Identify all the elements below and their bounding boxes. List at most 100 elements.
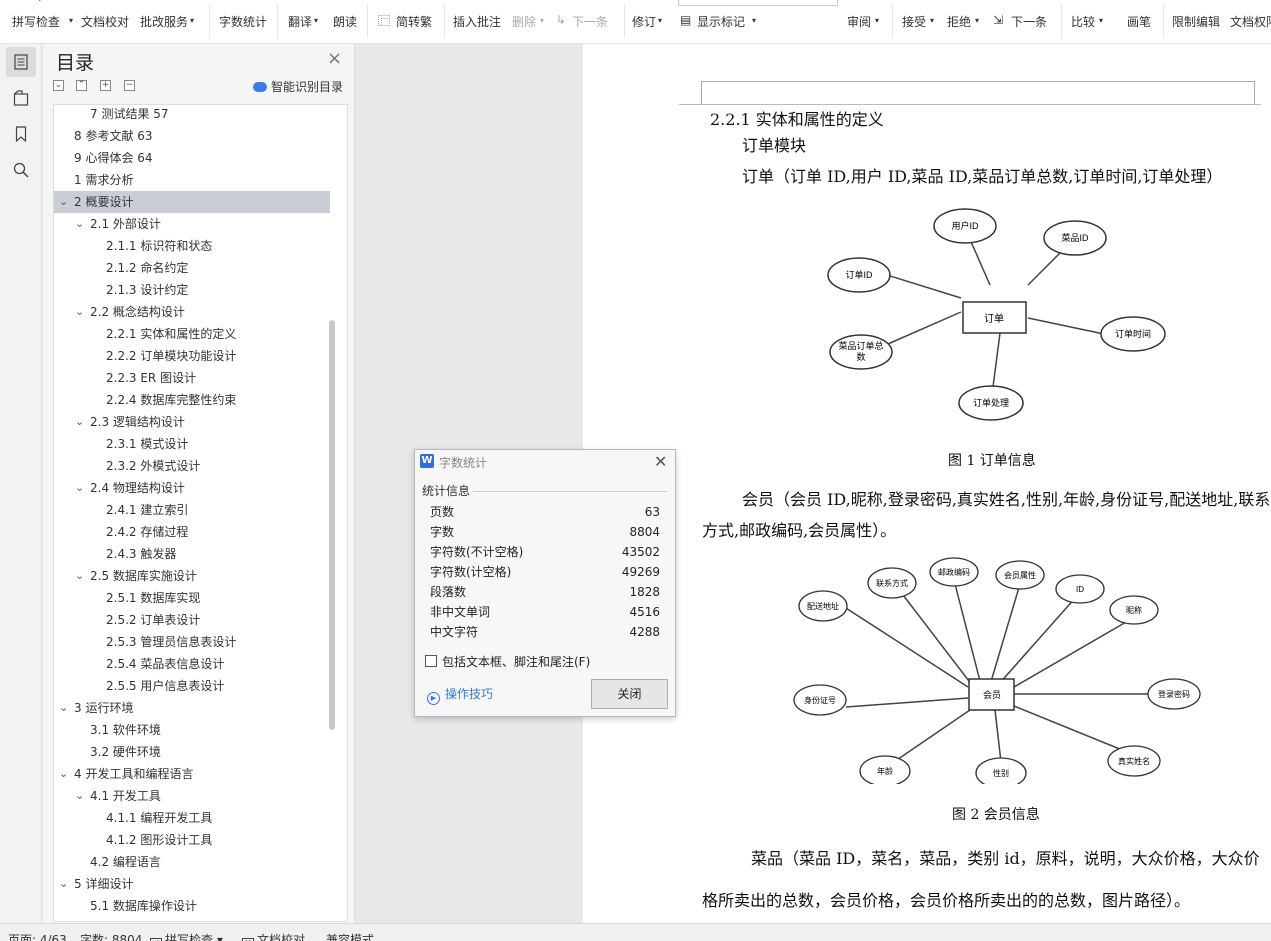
toc-item[interactable]: 4.1.2 图形设计工具 <box>54 829 330 851</box>
delete-comment-button[interactable]: 删除 ▾ <box>512 0 548 44</box>
attr-label: 订单时间 <box>1115 328 1151 339</box>
trad-simp-button[interactable]: ⿸简转繁 <box>378 0 438 44</box>
toc-item[interactable]: 3.1 软件环境 <box>54 719 330 741</box>
toc-item[interactable]: 3.2 硬件环境 <box>54 741 330 763</box>
doc-proof-button[interactable]: 文档校对 <box>81 0 131 44</box>
toc-item-label: 5.1 数据库操作设计 <box>90 899 197 913</box>
tips-link[interactable]: ▶ 操作技巧 <box>427 685 493 705</box>
toc-item[interactable]: ⌄ 5 详细设计 <box>54 873 330 895</box>
doc-rights-button[interactable]: 文档权限 <box>1230 0 1271 44</box>
toc-item[interactable]: 4.1.1 编程开发工具 <box>54 807 330 829</box>
toc-item[interactable]: 1 需求分析 <box>54 169 330 191</box>
chevron-down-icon[interactable]: ⌄ <box>75 785 84 807</box>
toc-item[interactable]: ⌄ 2.2 概念结构设计 <box>54 301 330 323</box>
toc-item[interactable]: 2.2.3 ER 图设计 <box>54 367 330 389</box>
search-icon[interactable] <box>6 155 36 185</box>
show-markup-button[interactable]: ▤ 显示标记 ▾ <box>680 0 760 44</box>
toc-item[interactable]: 8 参考文献 63 <box>54 125 330 147</box>
ink-button[interactable]: 画笔 <box>1127 0 1157 44</box>
toc-item-label: 2.5.3 管理员信息表设计 <box>106 635 237 649</box>
chevron-down-icon[interactable]: ⌄ <box>59 191 68 213</box>
attr-label: 联系方式 <box>876 578 908 588</box>
toc-item[interactable]: 2.2.1 实体和属性的定义 <box>54 323 330 345</box>
toc-item[interactable]: 2.5.5 用户信息表设计 <box>54 675 330 697</box>
word-count-indicator[interactable]: 字数: 8804 <box>80 931 142 941</box>
include-textboxes-checkbox[interactable] <box>425 655 437 667</box>
expand-up-icon[interactable]: ⌃ <box>76 80 87 91</box>
toc-item[interactable]: 4.2 编程语言 <box>54 851 330 873</box>
toc-item-label: 2.1.1 标识符和状态 <box>106 239 213 253</box>
toc-item[interactable]: 2.5.1 数据库实现 <box>54 587 330 609</box>
chevron-down-icon[interactable]: ⌄ <box>75 477 84 499</box>
chevron-down-icon[interactable]: ⌄ <box>75 565 84 587</box>
smart-toc-button[interactable]: 智能识别目录 <box>253 78 343 95</box>
toc-item[interactable]: 2.4.2 存储过程 <box>54 521 330 543</box>
toc-item-label: 2.4.1 建立索引 <box>106 503 189 517</box>
toc-item[interactable]: ⌄ 2.3 逻辑结构设计 <box>54 411 330 433</box>
attr-label: 配送地址 <box>807 601 839 611</box>
stats-value: 4288 <box>629 625 660 639</box>
document-page: 2.2.1 实体和属性的定义 订单模块 订单（订单 ID,用户 ID,菜品 ID… <box>583 44 1271 923</box>
spell-check-toggle[interactable]: ✓拼写检查 ▾ <box>150 931 223 941</box>
toc-icon[interactable] <box>6 47 36 77</box>
close-icon[interactable]: × <box>327 50 342 68</box>
add-heading-icon[interactable]: + <box>100 80 111 91</box>
include-textboxes-label[interactable]: 包括文本框、脚注和尾注(F) <box>442 653 590 670</box>
toc-item[interactable]: ⌄ 2.4 物理结构设计 <box>54 477 330 499</box>
toc-item[interactable]: ⌄ 2.1 外部设计 <box>54 213 330 235</box>
word-count-button[interactable]: 字数统计 <box>219 0 269 44</box>
chapter-icon[interactable] <box>6 83 36 113</box>
chevron-down-icon[interactable]: ⌄ <box>75 411 84 433</box>
stats-label: 中文字符 <box>430 625 479 639</box>
toc-item[interactable]: ⌄ 4 开发工具和编程语言 <box>54 763 330 785</box>
collapse-all-icon[interactable]: ⌄ <box>53 80 64 91</box>
accept-button[interactable]: 接受 ▾ <box>902 0 938 44</box>
compare-button[interactable]: 比较 ▾ <box>1071 0 1107 44</box>
reject-button[interactable]: 拒绝 ▾ <box>947 0 983 44</box>
toc-item[interactable]: 2.3.2 外模式设计 <box>54 455 330 477</box>
chevron-down-icon[interactable]: ⌄ <box>59 873 68 895</box>
read-aloud-button[interactable]: 朗读 <box>333 0 359 44</box>
toc-item[interactable]: 2.2.2 订单模块功能设计 <box>54 345 330 367</box>
review-button[interactable]: 审阅 ▾ <box>847 0 883 44</box>
toc-item-label: 2.3.2 外模式设计 <box>106 459 201 473</box>
bookmark-icon[interactable] <box>6 119 36 149</box>
chevron-down-icon[interactable]: ⌄ <box>75 213 84 235</box>
toc-item[interactable]: 2.5.4 菜品表信息设计 <box>54 653 330 675</box>
toc-item[interactable]: 2.5.3 管理员信息表设计 <box>54 631 330 653</box>
toc-item[interactable]: 7 测试结果 57 <box>54 105 330 125</box>
close-icon[interactable]: ✕ <box>654 452 667 471</box>
chevron-down-icon[interactable]: ⌄ <box>59 697 68 719</box>
doc-proof-toggle[interactable]: ✕文档校对 <box>242 931 305 941</box>
toc-item-label: 4.1 开发工具 <box>90 789 161 803</box>
toc-item[interactable]: 2.1.2 命名约定 <box>54 257 330 279</box>
chevron-down-icon[interactable]: ⌄ <box>75 301 84 323</box>
toc-item[interactable]: 2.2.4 数据库完整性约束 <box>54 389 330 411</box>
toc-item[interactable]: 2.1.1 标识符和状态 <box>54 235 330 257</box>
review-service-button[interactable]: 批改服务 ▾ <box>140 0 200 44</box>
next-change-button[interactable]: ⇲ 下一条 <box>993 0 1053 44</box>
close-button[interactable]: 关闭 <box>591 679 668 709</box>
toc-item[interactable]: ⌄ 3 运行环境 <box>54 697 330 719</box>
toc-item[interactable]: ⌄ 2.5 数据库实施设计 <box>54 565 330 587</box>
insert-comment-button[interactable]: 插入批注 <box>453 0 503 44</box>
page-indicator[interactable]: 页面: 4/63 <box>8 931 67 941</box>
toc-scrollbar[interactable] <box>329 320 335 730</box>
chevron-down-icon[interactable]: ⌄ <box>59 763 68 785</box>
next-comment-button[interactable]: ↳ 下一条 <box>556 0 616 44</box>
toc-item[interactable]: 2.1.3 设计约定 <box>54 279 330 301</box>
remove-heading-icon[interactable]: − <box>124 80 135 91</box>
toc-item[interactable]: ⌄ 4.1 开发工具 <box>54 785 330 807</box>
toc-item[interactable]: 9 心得体会 64 <box>54 147 330 169</box>
dish-definition-line1: 菜品（菜品 ID，菜名，菜品，类别 id，原料，说明，大众价格，大众价 <box>751 849 1260 868</box>
toc-item[interactable]: 2.4.1 建立索引 <box>54 499 330 521</box>
toc-item[interactable]: ⌄ 2 概要设计 <box>54 191 330 213</box>
spell-check-button[interactable]: ✓拼写检查▾ <box>12 0 73 44</box>
translate-button[interactable]: 翻译 ▾ <box>288 0 322 44</box>
toc-item[interactable]: 2.3.1 模式设计 <box>54 433 330 455</box>
toc-item[interactable]: 2.4.3 触发器 <box>54 543 330 565</box>
toc-item[interactable]: 5.1 数据库操作设计 <box>54 895 330 917</box>
track-changes-button[interactable]: 修订 ▾ <box>632 0 668 44</box>
toc-item[interactable]: 2.5.2 订单表设计 <box>54 609 330 631</box>
restrict-edit-button[interactable]: 限制编辑 <box>1172 0 1224 44</box>
